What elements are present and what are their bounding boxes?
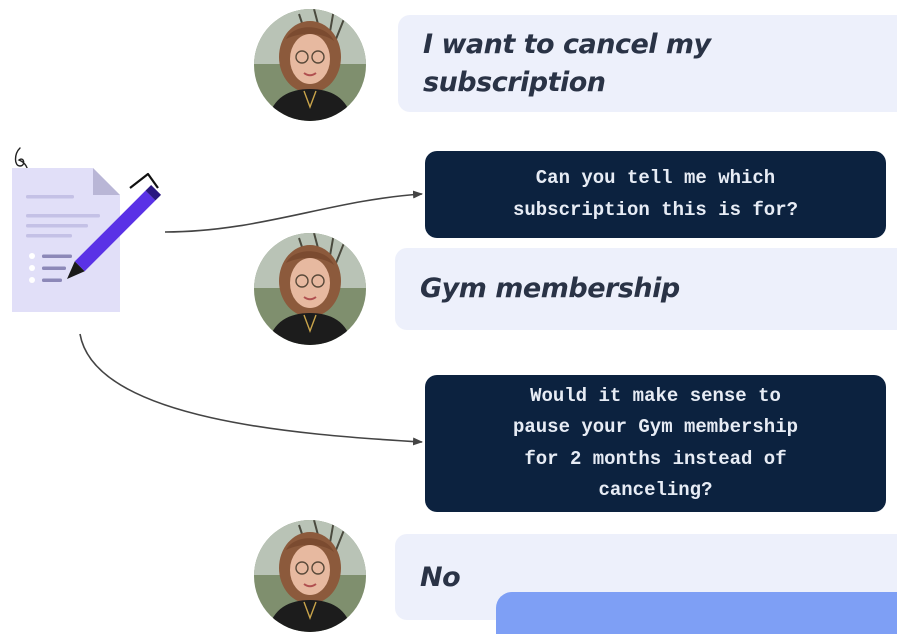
bot-message-2: Would it make sense to pause your Gym me… <box>425 375 886 512</box>
accent-block <box>496 592 897 634</box>
form-with-pen-icon <box>0 140 175 320</box>
user-message-3-text: No <box>420 562 461 593</box>
user-message-2-text: Gym membership <box>420 273 680 304</box>
connector-to-question-1 <box>164 190 423 233</box>
user-message-1-text: I want to cancel my subscription <box>423 28 711 98</box>
user-avatar-icon <box>254 9 366 121</box>
user-message-2: Gym membership <box>395 248 897 330</box>
bot-message-1: Can you tell me which subscription this … <box>425 151 886 238</box>
connector-to-question-2 <box>79 333 423 446</box>
bot-message-1-text: Can you tell me which subscription this … <box>512 167 799 221</box>
user-avatar-icon <box>254 520 366 632</box>
user-message-1: I want to cancel my subscription <box>398 15 897 112</box>
user-avatar-icon <box>254 233 366 345</box>
bot-message-2-text: Would it make sense to pause your Gym me… <box>512 384 799 502</box>
